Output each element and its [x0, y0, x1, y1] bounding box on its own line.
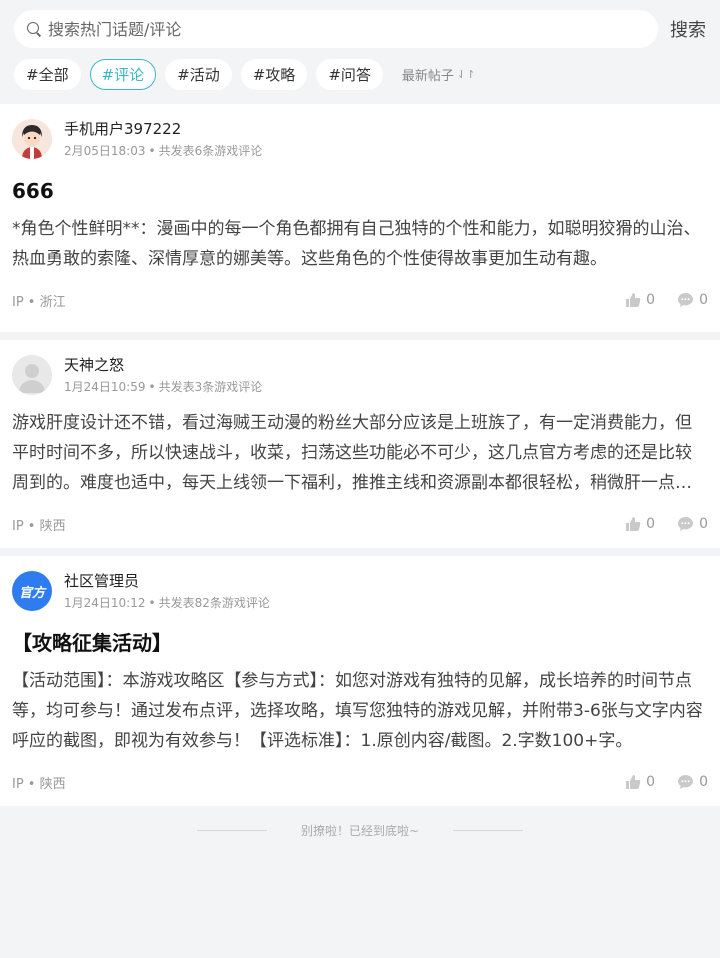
- post-card[interactable]: 天神之怒 1月24日10:59 • 共发表3条游戏评论 游戏肝度设计还不错，看过海贼…: [0, 340, 720, 548]
- search-button[interactable]: 搜索: [670, 16, 706, 42]
- like-count: 0: [646, 774, 656, 790]
- dot-separator: •: [148, 144, 156, 158]
- like-button[interactable]: 0: [625, 774, 655, 790]
- dot-separator: •: [148, 596, 156, 610]
- tag-qa[interactable]: #问答: [316, 59, 383, 90]
- tag-all[interactable]: #全部: [14, 59, 81, 90]
- comment-icon: [678, 517, 694, 531]
- user-meta: 天神之怒 1月24日10:59 • 共发表3条游戏评论: [64, 354, 262, 396]
- post-footer: IP • 陕西 0 0: [12, 756, 708, 808]
- post-meta: 1月24日10:59 • 共发表3条游戏评论: [64, 378, 262, 396]
- post-body: 游戏肝度设计还不错，看过海贼王动漫的粉丝大部分应该是上班族了，有一定消费能力，但…: [12, 413, 692, 493]
- comment-count: 0: [699, 516, 708, 532]
- thumbs-up-icon: [626, 517, 641, 531]
- user-meta: 手机用户397222 2月05日18:03 • 共发表6条游戏评论: [64, 118, 262, 160]
- sort-dropdown[interactable]: 最新帖子 ⇃↾: [402, 65, 475, 84]
- comment-icon: [678, 293, 694, 307]
- post-meta: 1月24日10:12 • 共发表82条游戏评论: [64, 594, 270, 612]
- comment-button[interactable]: 0: [677, 774, 708, 790]
- divider: [453, 829, 524, 831]
- ip-location: IP • 陕西: [12, 518, 66, 534]
- search-icon: [26, 21, 42, 37]
- user-name[interactable]: 社区管理员: [64, 570, 270, 592]
- post-date: 1月24日10:12: [64, 596, 146, 610]
- search-input[interactable]: [48, 19, 646, 39]
- tag-guide[interactable]: #攻略: [240, 59, 308, 90]
- review-count: 共发表82条游戏评论: [158, 596, 270, 610]
- comment-icon: [678, 775, 694, 789]
- post-header: 官方 社区管理员 1月24日10:12 • 共发表82条游戏评论: [12, 570, 708, 612]
- post-footer: IP • 浙江 0 0: [12, 274, 708, 326]
- post-card[interactable]: 官方 社区管理员 1月24日10:12 • 共发表82条游戏评论 【攻略征集活动】 …: [0, 556, 720, 806]
- post-header: 手机用户397222 2月05日18:03 • 共发表6条游戏评论: [12, 118, 708, 160]
- comment-count: 0: [699, 774, 708, 790]
- avatar[interactable]: [12, 355, 52, 395]
- post-date: 1月24日10:59: [64, 380, 146, 394]
- post-title: 666: [12, 179, 54, 203]
- ip-location: IP • 浙江: [12, 294, 66, 310]
- like-count: 0: [646, 516, 656, 532]
- post-meta: 2月05日18:03 • 共发表6条游戏评论: [64, 142, 262, 160]
- search-box[interactable]: [14, 10, 658, 48]
- tag-row: #全部 #评论 #活动 #攻略 #问答 最新帖子 ⇃↾: [14, 59, 706, 90]
- search-row: 搜索: [14, 10, 706, 48]
- thumbs-up-icon: [626, 775, 641, 789]
- ip-location: IP • 陕西: [12, 776, 66, 792]
- review-count: 共发表3条游戏评论: [158, 380, 263, 394]
- user-name[interactable]: 天神之怒: [64, 354, 262, 376]
- sort-label: 最新帖子: [401, 69, 454, 84]
- comment-button[interactable]: 0: [677, 516, 708, 532]
- like-button[interactable]: 0: [625, 516, 655, 532]
- official-avatar[interactable]: 官方: [12, 571, 52, 611]
- post-footer: IP • 陕西 0 0: [12, 498, 708, 550]
- end-of-list: 别撩啦！已经到底啦~: [0, 810, 720, 850]
- like-button[interactable]: 0: [625, 292, 655, 308]
- post-date: 2月05日18:03: [64, 144, 146, 158]
- post-title: 【攻略征集活动】: [12, 631, 172, 655]
- divider: [196, 829, 267, 831]
- post-body: 【活动范围】：本游戏攻略区【参与方式】：如您对游戏有独特的见解，成长培养的时间节…: [12, 671, 703, 751]
- header: 搜索 #全部 #评论 #活动 #攻略 #问答 最新帖子 ⇃↾: [0, 0, 720, 104]
- tag-review[interactable]: #评论: [89, 59, 157, 90]
- end-of-list-text: 别撩啦！已经到底啦~: [300, 823, 420, 838]
- like-count: 0: [646, 292, 656, 308]
- comment-count: 0: [699, 292, 708, 308]
- user-name[interactable]: 手机用户397222: [64, 118, 262, 140]
- comment-button[interactable]: 0: [677, 292, 708, 308]
- avatar[interactable]: [12, 119, 52, 159]
- user-meta: 社区管理员 1月24日10:12 • 共发表82条游戏评论: [64, 570, 270, 612]
- dot-separator: •: [148, 380, 156, 394]
- review-count: 共发表6条游戏评论: [158, 144, 263, 158]
- post-header: 天神之怒 1月24日10:59 • 共发表3条游戏评论: [12, 354, 708, 396]
- thumbs-up-icon: [626, 293, 641, 307]
- post-card[interactable]: 手机用户397222 2月05日18:03 • 共发表6条游戏评论 666 *角色个…: [0, 104, 720, 332]
- tag-activity[interactable]: #活动: [165, 59, 232, 90]
- sort-arrows-icon: ⇃↾: [456, 68, 476, 81]
- post-body: *角色个性鲜明**：漫画中的每一个角色都拥有自己独特的个性和能力，如聪明狡猾的山…: [12, 219, 701, 269]
- official-badge-text: 官方: [18, 585, 45, 601]
